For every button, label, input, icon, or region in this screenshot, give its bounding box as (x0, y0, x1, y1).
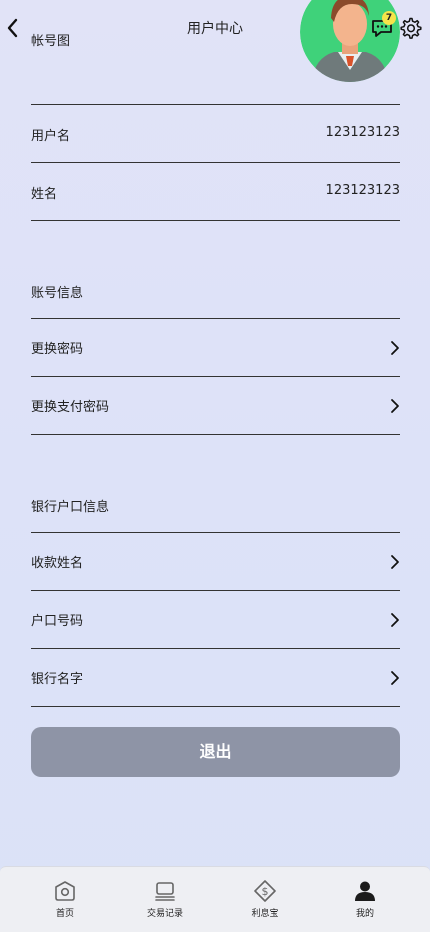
divider (31, 648, 400, 649)
username-label: 用户名 (31, 129, 71, 144)
divider (31, 104, 400, 105)
divider (31, 162, 400, 163)
change-password-label: 更换密码 (31, 342, 84, 357)
tab-label: 交易记录 (146, 909, 183, 919)
section-title: 银行户口信息 (31, 500, 110, 515)
bank-name-label: 银行名字 (31, 672, 84, 687)
settings-button[interactable] (398, 16, 422, 40)
account-number-item[interactable]: 户口号码 (31, 610, 400, 632)
tab-profile[interactable]: 我的 (330, 879, 400, 927)
chevron-right-icon (391, 613, 399, 627)
change-pay-password-label: 更换支付密码 (31, 400, 110, 415)
logout-button[interactable]: 退出 (31, 727, 400, 777)
divider (31, 706, 400, 707)
tab-label: 首页 (55, 909, 74, 919)
interest-icon: $ (254, 880, 276, 902)
chevron-right-icon (391, 555, 399, 569)
chevron-right-icon (391, 341, 399, 355)
home-icon (55, 881, 75, 901)
chevron-right-icon (391, 671, 399, 685)
tab-records[interactable]: 交易记录 (130, 879, 200, 927)
tab-home[interactable]: 首页 (30, 879, 100, 927)
divider (31, 376, 400, 377)
bank-name-item[interactable]: 银行名字 (31, 668, 400, 690)
username-value: 123123123 (325, 125, 400, 140)
chevron-right-icon (391, 399, 399, 413)
divider (31, 434, 400, 435)
account-number-label: 户口号码 (31, 614, 84, 629)
gear-icon (400, 17, 422, 39)
name-value: 123123123 (325, 183, 400, 198)
records-icon (155, 882, 175, 901)
divider (31, 532, 400, 533)
bottom-tab-bar: 首页 交易记录 $ 利息宝 我的 (0, 866, 430, 932)
payee-name-label: 收款姓名 (31, 556, 84, 571)
divider (31, 590, 400, 591)
account-avatar-label: 帐号图 (31, 34, 71, 49)
divider (31, 318, 400, 319)
change-password-item[interactable]: 更换密码 (31, 338, 400, 360)
tab-interest[interactable]: $ 利息宝 (230, 879, 300, 927)
payee-name-item[interactable]: 收款姓名 (31, 552, 400, 574)
tab-label: 我的 (355, 909, 374, 919)
tab-label: 利息宝 (251, 909, 279, 919)
divider (31, 220, 400, 221)
message-badge: 7 (382, 11, 396, 25)
section-title: 账号信息 (31, 286, 84, 301)
change-pay-password-item[interactable]: 更换支付密码 (31, 396, 400, 418)
name-label: 姓名 (31, 187, 58, 202)
profile-icon (355, 881, 375, 901)
svg-text:$: $ (262, 885, 269, 898)
